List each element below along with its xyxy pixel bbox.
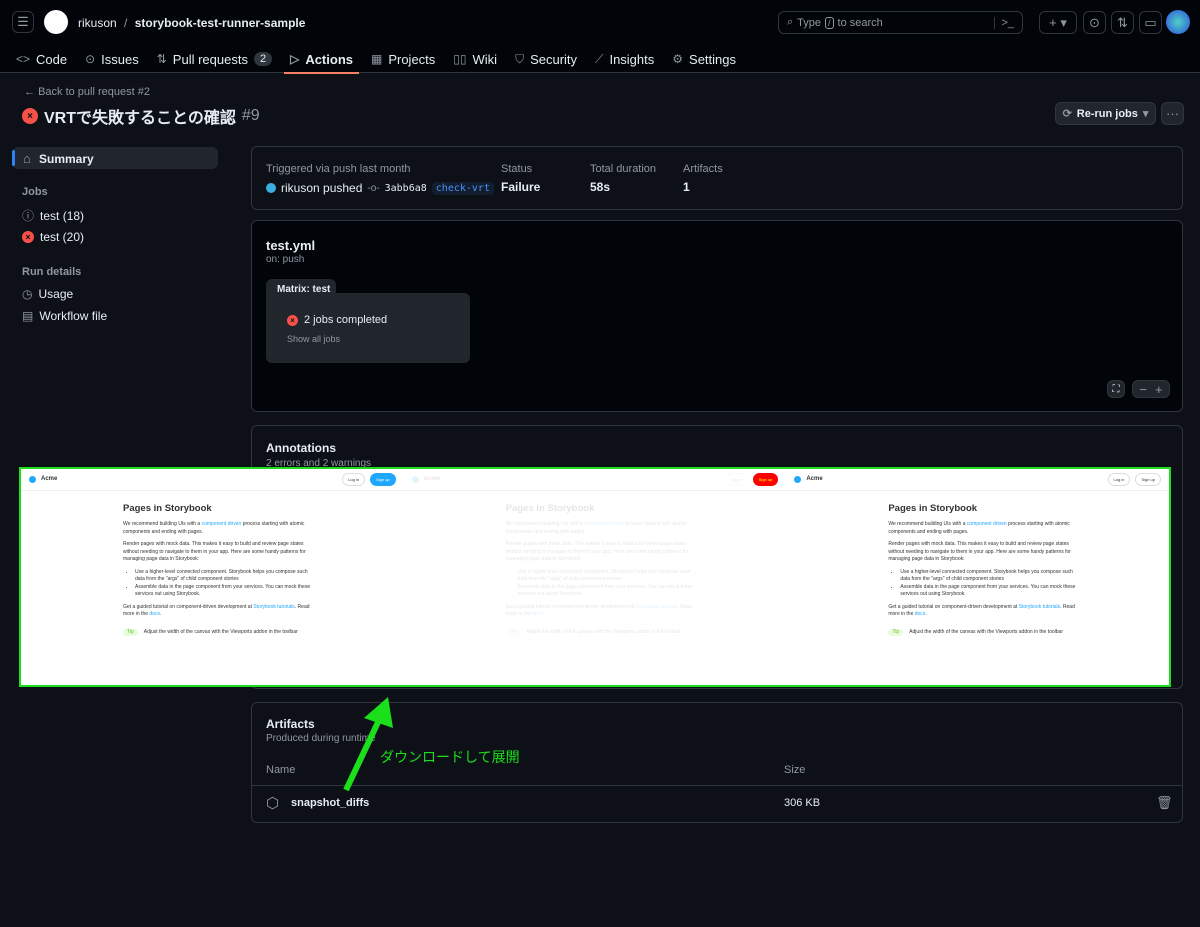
arrow-shaft — [343, 716, 383, 792]
annotation-arrow — [343, 697, 393, 792]
annotation-note: ダウンロードして展開 — [380, 749, 520, 765]
